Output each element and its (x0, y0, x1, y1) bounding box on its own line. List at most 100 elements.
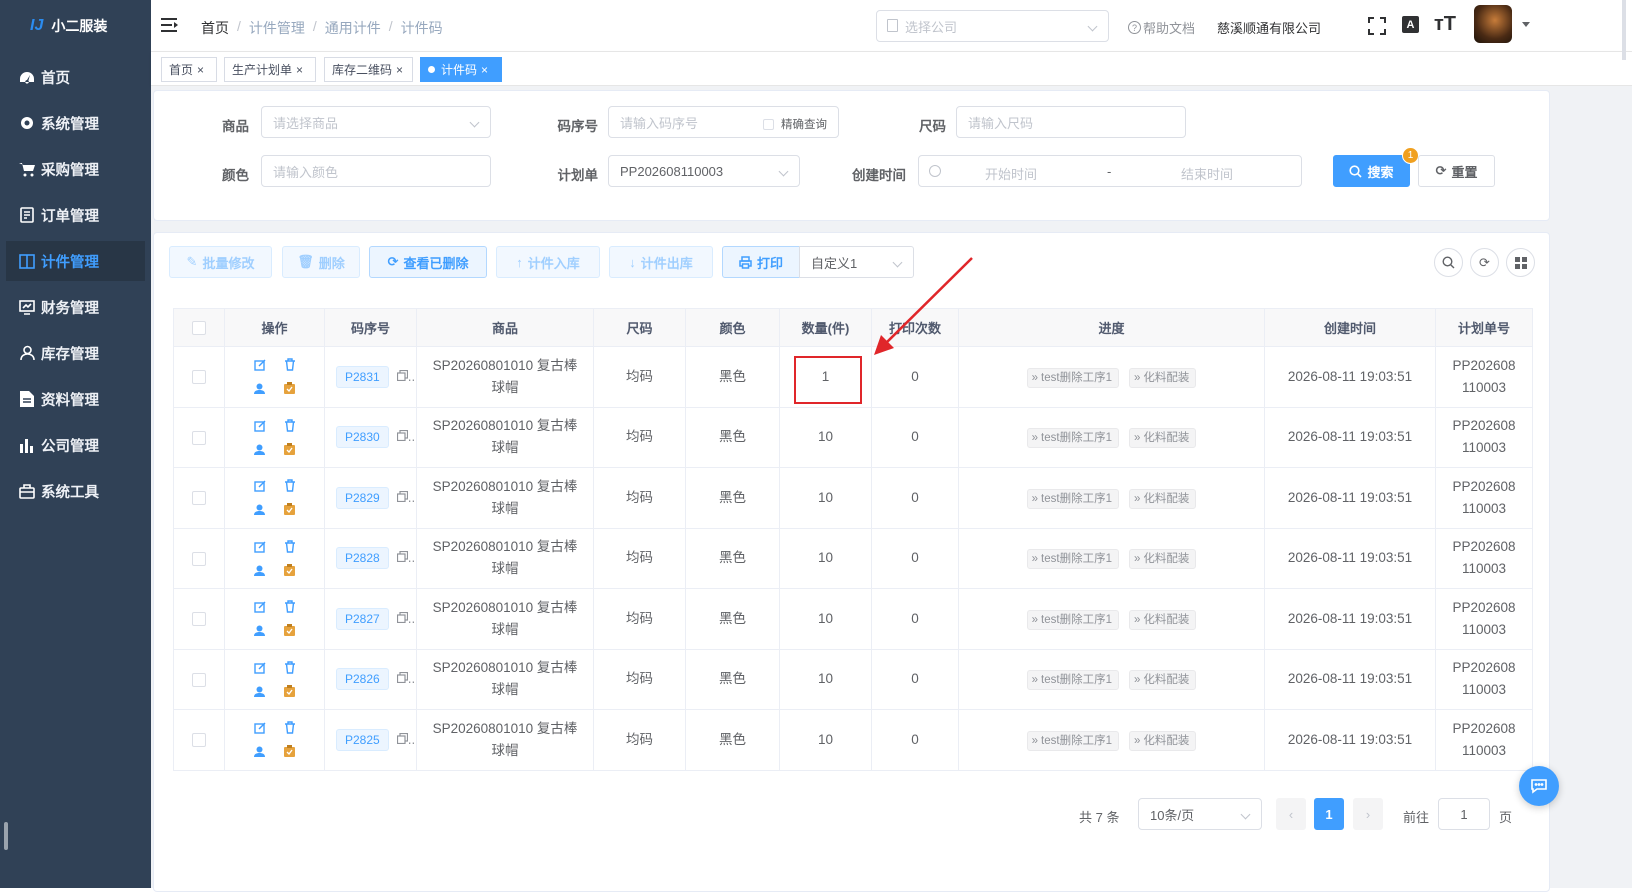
progress-step-tag[interactable]: » 化料配装 (1128, 428, 1197, 449)
help-link[interactable]: ? 帮助文档 (1128, 18, 1195, 37)
row-checkbox[interactable] (192, 551, 206, 566)
sidebar-item[interactable]: 计件管理 (6, 241, 145, 281)
chat-float-button[interactable] (1519, 766, 1559, 806)
table-row[interactable]: P2826.. SP20260801010 复古棒 球帽 均码 黑色 10 0» test删除… (173, 648, 1533, 710)
copy-icon[interactable] (396, 366, 408, 388)
progress-step-tag[interactable]: » 化料配装 (1128, 730, 1197, 751)
edit-icon[interactable] (253, 661, 267, 675)
stock-in-button[interactable]: ↑ 计件入库 (496, 246, 600, 278)
progress-step-tag[interactable]: » 化料配装 (1128, 549, 1197, 570)
column-header[interactable]: 创建时间 (1264, 308, 1436, 347)
page-size-select[interactable]: 10条/页 (1138, 798, 1262, 830)
user-icon[interactable] (253, 442, 267, 456)
goto-input[interactable]: 1 (1438, 798, 1490, 830)
end-date-placeholder[interactable]: 结束时间 (1181, 164, 1233, 183)
delete-icon[interactable] (283, 358, 297, 372)
sidebar-item[interactable]: 首页 (6, 57, 145, 97)
progress-step-tag[interactable]: » 化料配装 (1128, 367, 1197, 388)
code-tag[interactable]: P2825 (336, 728, 389, 751)
column-header[interactable]: 码序号 (324, 308, 417, 347)
progress-step-tag[interactable]: » 化料配装 (1128, 609, 1197, 630)
sidebar-item[interactable]: 订单管理 (6, 195, 145, 235)
fullscreen-icon[interactable] (1368, 17, 1386, 38)
stock-out-button[interactable]: ↓ 计件出库 (609, 246, 713, 278)
view-deleted-button[interactable]: ⟳ 查看已删除 (369, 246, 487, 278)
exact-search-checkbox[interactable]: 精确查询 (763, 116, 827, 132)
row-checkbox[interactable] (192, 733, 206, 748)
copy-icon[interactable] (396, 426, 408, 448)
edit-icon[interactable] (253, 721, 267, 735)
close-icon[interactable]: × (296, 63, 303, 77)
code-input[interactable]: 请输入码序号 精确查询 (608, 106, 839, 138)
delete-icon[interactable] (283, 418, 297, 432)
user-icon[interactable] (253, 684, 267, 698)
progress-step-tag[interactable]: » 化料配装 (1128, 488, 1197, 509)
delete-icon[interactable] (283, 721, 297, 735)
progress-step-tag[interactable]: » test删除工序1 (1026, 367, 1119, 388)
row-checkbox[interactable] (192, 370, 206, 385)
tag-piece-code[interactable]: 计件码 × (420, 57, 502, 82)
table-row[interactable]: P2828.. SP20260801010 复古棒 球帽 均码 黑色 10 0» test删除… (173, 527, 1533, 589)
clipboard-icon[interactable] (283, 684, 297, 698)
reset-button[interactable]: ⟳ 重置 (1418, 155, 1495, 187)
app-logo[interactable]: IJ 小二服装 (0, 0, 151, 52)
row-checkbox[interactable] (192, 672, 206, 687)
row-checkbox[interactable] (192, 491, 206, 506)
table-row[interactable]: P2830.. SP20260801010 复古棒 球帽 均码 黑色 10 0» test删除… (173, 406, 1533, 468)
row-checkbox[interactable] (192, 430, 206, 445)
edit-icon[interactable] (253, 600, 267, 614)
user-icon[interactable] (253, 624, 267, 638)
code-tag[interactable]: P2830 (336, 426, 389, 449)
user-icon[interactable] (253, 503, 267, 517)
checkbox[interactable] (763, 118, 774, 130)
edit-icon[interactable] (253, 419, 267, 433)
next-page-button[interactable]: › (1353, 798, 1383, 830)
refresh-button[interactable]: ⟳ (1470, 248, 1499, 277)
code-tag[interactable]: P2826 (336, 668, 389, 691)
font-size-icon[interactable]: ᴛT (1434, 13, 1456, 36)
plan-select[interactable]: PP202608110003 (608, 155, 800, 187)
code-tag[interactable]: P2831 (336, 365, 389, 388)
color-input[interactable]: 请输入颜色 (261, 155, 491, 187)
search-button[interactable]: 搜索 (1333, 155, 1410, 187)
page-button-current[interactable]: 1 (1314, 798, 1344, 830)
clipboard-icon[interactable] (283, 744, 297, 758)
column-header[interactable]: 计划单号 (1435, 308, 1533, 347)
clipboard-icon[interactable] (283, 502, 297, 516)
column-header[interactable]: 商品 (416, 308, 594, 347)
sidebar-item[interactable]: 资料管理 (6, 379, 145, 419)
user-icon[interactable] (253, 382, 267, 396)
table-row[interactable]: P2829.. SP20260801010 复古棒 球帽 均码 黑色 10 0» test删除… (173, 467, 1533, 529)
tag-production-plan[interactable]: 生产计划单 × (224, 57, 316, 82)
clipboard-icon[interactable] (283, 381, 297, 395)
column-header[interactable]: 颜色 (685, 308, 780, 347)
breadcrumb-item[interactable]: 首页 (201, 18, 229, 38)
progress-step-tag[interactable]: » 化料配装 (1128, 670, 1197, 691)
edit-icon[interactable] (253, 540, 267, 554)
table-row[interactable]: P2825.. SP20260801010 复古棒 球帽 均码 黑色 10 0» test删除… (173, 709, 1533, 771)
sidebar-item[interactable]: 采购管理 (6, 149, 145, 189)
hamburger-icon[interactable] (161, 17, 179, 36)
copy-icon[interactable] (396, 608, 408, 630)
prev-page-button[interactable]: ‹ (1276, 798, 1306, 830)
delete-button[interactable]: 🗑 删除 (282, 246, 360, 278)
column-header[interactable]: 进度 (958, 308, 1265, 347)
select-all-checkbox[interactable] (192, 321, 206, 336)
sidebar-item[interactable]: 库存管理 (6, 333, 145, 373)
progress-step-tag[interactable]: » test删除工序1 (1026, 730, 1119, 751)
sidebar-item[interactable]: 财务管理 (6, 287, 145, 327)
progress-step-tag[interactable]: » test删除工序1 (1026, 670, 1119, 691)
clipboard-icon[interactable] (283, 563, 297, 577)
copy-icon[interactable] (396, 487, 408, 509)
avatar[interactable] (1474, 5, 1512, 43)
batch-edit-button[interactable]: ✎ 批量修改 (169, 246, 272, 278)
search-toggle-button[interactable] (1434, 248, 1463, 277)
progress-step-tag[interactable]: » test删除工序1 (1026, 549, 1119, 570)
delete-icon[interactable] (283, 479, 297, 493)
row-checkbox[interactable] (192, 612, 206, 627)
close-icon[interactable]: × (396, 63, 403, 77)
user-icon[interactable] (253, 563, 267, 577)
product-select[interactable]: 请选择商品 (261, 106, 491, 138)
edit-icon[interactable] (253, 479, 267, 493)
sidebar-item[interactable]: 公司管理 (6, 425, 145, 465)
